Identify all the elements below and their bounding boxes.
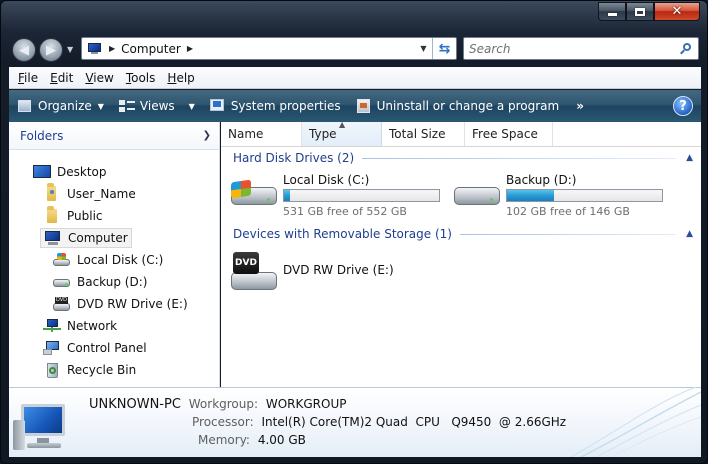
pc-name-row: UNKNOWN-PC Workgroup: WORKGROUP (89, 397, 347, 412)
maximize-icon (635, 7, 645, 16)
views-icon (118, 98, 136, 114)
user-folder-icon (43, 183, 61, 202)
system-properties-icon (209, 98, 227, 114)
tree-item-recycle-bin[interactable]: Recycle Bin (43, 360, 136, 380)
system-properties-button[interactable]: System properties (206, 93, 344, 119)
memory-row: Memory: 4.00 GB (198, 433, 306, 447)
address-dropdown-button[interactable]: ▼ (414, 38, 432, 59)
menu-edit[interactable]: Edit (44, 71, 79, 85)
details-pane: UNKNOWN-PC Workgroup: WORKGROUP Processo… (9, 387, 701, 457)
close-icon: ✕ (671, 4, 683, 19)
menu-help[interactable]: Help (161, 71, 200, 85)
drive-item-backup-d[interactable]: Backup (D:) 102 GB free of 146 GB (452, 173, 663, 218)
tree-item-network[interactable]: Network (43, 316, 117, 336)
organize-button[interactable]: Organize ▼ (13, 93, 107, 119)
views-button[interactable]: Views ▼ (115, 93, 198, 119)
pc-name: UNKNOWN-PC (89, 397, 181, 412)
windows-drive-icon (53, 252, 71, 268)
dvd-drive-icon: DVD (229, 248, 279, 292)
column-header-type[interactable]: ▲ Type (302, 120, 382, 146)
search-box[interactable] (463, 37, 699, 60)
collapse-group-icon[interactable]: ▲ (686, 229, 693, 239)
command-toolbar: Organize▼ Views▼ System properties Uni (9, 90, 701, 122)
drive-usage-fill (284, 190, 290, 201)
tree-item-public[interactable]: Public (43, 206, 103, 226)
column-headers: Name ▲ Type Total Size Free Space (221, 120, 701, 147)
tree-item-desktop[interactable]: Desktop (33, 162, 107, 182)
column-header-free-space[interactable]: Free Space (465, 122, 553, 146)
group-header-removable-storage[interactable]: Devices with Removable Storage (1) ▲ (233, 226, 695, 242)
maximize-button[interactable] (626, 2, 654, 21)
network-icon (43, 318, 61, 334)
explorer-window: ✕ ◀ ▶ ▼ ▶ Computer ▶ ▼ ⇆ File Edit View … (0, 0, 708, 464)
search-input[interactable] (469, 41, 669, 56)
refresh-button[interactable]: ⇆ (432, 38, 456, 59)
windows-drive-icon (229, 173, 279, 207)
back-button[interactable]: ◀ (12, 38, 36, 62)
drive-usage-fill (507, 190, 554, 201)
tree-item-local-disk-c[interactable]: Local Disk (C:) (53, 250, 163, 270)
menu-bar: File Edit View Tools Help (9, 67, 701, 89)
recent-pages-dropdown[interactable]: ▼ (67, 45, 73, 54)
control-panel-icon (43, 340, 61, 356)
back-arrow-icon: ◀ (19, 42, 29, 58)
folders-header[interactable]: Folders ❯ (9, 122, 219, 150)
column-header-name[interactable]: Name (221, 122, 302, 146)
tree-item-computer[interactable]: Computer (40, 228, 132, 248)
hard-drive-icon (452, 173, 502, 207)
drive-item-local-disk-c[interactable]: Local Disk (C:) 531 GB free of 552 GB (229, 173, 440, 218)
tree-item-control-panel[interactable]: Control Panel (43, 338, 147, 358)
organize-icon (16, 98, 34, 114)
computer-icon (44, 230, 62, 246)
toolbar-overflow-button[interactable]: » (576, 99, 584, 113)
menu-tools[interactable]: Tools (120, 71, 162, 85)
minimize-button[interactable] (598, 2, 626, 21)
chevron-down-icon: ▼ (188, 101, 195, 111)
navigation-pane: Folders ❯ Desktop User_Name Public Compu… (9, 122, 220, 387)
tree-item-backup-d[interactable]: Backup (D:) (53, 272, 147, 292)
content-pane: Name ▲ Type Total Size Free Space Hard Di… (221, 120, 701, 387)
recycle-bin-icon (43, 362, 61, 378)
processor-row: Processor: Intel(R) Core(TM)2 Quad CPU Q… (192, 415, 567, 429)
menu-view[interactable]: View (79, 71, 119, 85)
chevron-down-icon: ▼ (420, 44, 427, 53)
chevron-down-icon: ▼ (97, 101, 104, 111)
group-header-hard-disk-drives[interactable]: Hard Disk Drives (2) ▲ (233, 150, 695, 166)
dvd-drive-icon: DVD (53, 296, 71, 312)
menu-file[interactable]: File (12, 71, 44, 85)
column-header-total-size[interactable]: Total Size (382, 122, 465, 146)
computer-large-icon (13, 402, 75, 452)
help-icon: ? (679, 98, 687, 114)
decorative-swoosh (571, 387, 701, 457)
collapse-group-icon[interactable]: ▲ (686, 153, 693, 163)
tree-item-dvd-e[interactable]: DVD DVD RW Drive (E:) (53, 294, 188, 314)
folder-icon (43, 206, 61, 224)
breadcrumb-computer[interactable]: Computer (121, 42, 181, 56)
chevron-down-icon[interactable]: ❯ (203, 130, 211, 141)
breadcrumb-separator-icon[interactable]: ▶ (109, 44, 115, 53)
hard-drive-icon (53, 274, 71, 290)
close-button[interactable]: ✕ (654, 2, 700, 21)
drive-usage-bar (506, 189, 663, 202)
uninstall-program-button[interactable]: Uninstall or change a program (352, 93, 563, 119)
address-bar[interactable]: ▶ Computer ▶ ▼ ⇆ (81, 37, 457, 60)
dvd-badge: DVD (233, 252, 259, 274)
computer-icon (87, 42, 103, 56)
forward-button[interactable]: ▶ (39, 38, 63, 62)
sort-ascending-icon: ▲ (339, 120, 346, 129)
tree-item-user-name[interactable]: User_Name (43, 183, 136, 204)
caption-buttons: ✕ (598, 2, 700, 21)
desktop-icon (33, 164, 51, 180)
minimize-icon (607, 13, 617, 16)
forward-arrow-icon: ▶ (46, 42, 56, 58)
drive-item-dvd-e[interactable]: DVD DVD RW Drive (E:) (229, 248, 394, 292)
refresh-icon: ⇆ (438, 40, 451, 57)
programs-icon (355, 98, 373, 114)
breadcrumb-separator-icon[interactable]: ▶ (187, 44, 193, 53)
help-button[interactable]: ? (673, 96, 693, 116)
drive-usage-bar (283, 189, 440, 202)
search-icon[interactable] (680, 42, 692, 55)
